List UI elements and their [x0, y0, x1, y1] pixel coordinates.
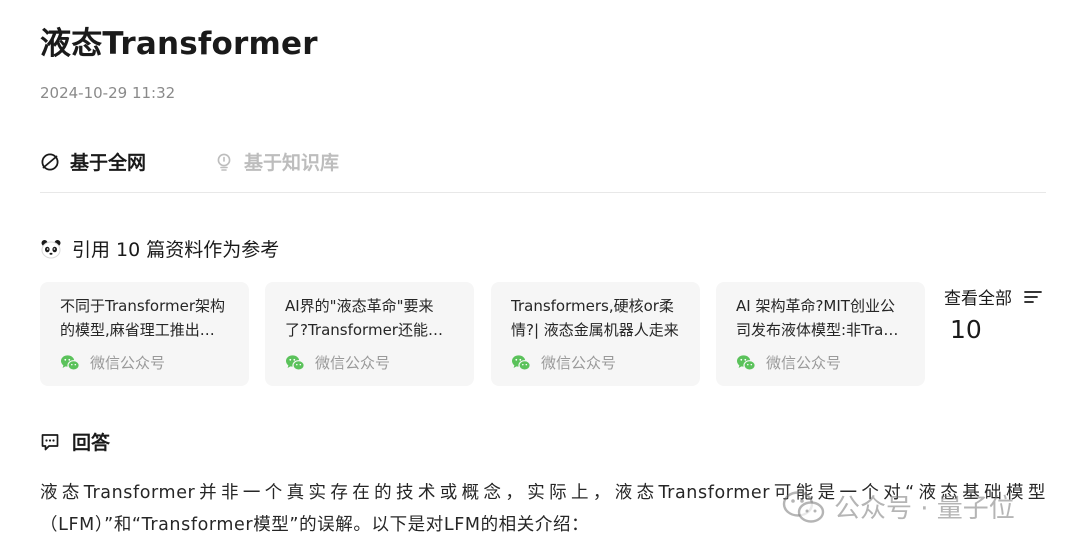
wechat-icon: [285, 354, 305, 372]
list-icon: [1024, 289, 1042, 305]
reference-card-source-label: 微信公众号: [541, 354, 617, 372]
tab-web[interactable]: 基于全网: [40, 148, 146, 175]
wechat-icon: [60, 354, 80, 372]
tab-knowledge-base[interactable]: 基于知识库: [214, 148, 339, 175]
reference-card-source: 微信公众号: [285, 352, 454, 373]
reference-card-title: AI界的"液态革命"要来了?Transformer还能撑多久: [285, 297, 443, 339]
reference-card-source-label: 微信公众号: [315, 354, 391, 372]
reference-card[interactable]: AI界的"液态革命"要来了?Transformer还能撑多久 微信公众号: [265, 282, 474, 386]
view-all-label: 查看全部: [944, 289, 1012, 309]
view-all-button[interactable]: 查看全部 10: [944, 284, 1042, 344]
page-title: 液态Transformer: [40, 26, 318, 62]
reference-card-source: 微信公众号: [736, 352, 905, 373]
tab-knowledge-base-label: 基于知识库: [244, 152, 340, 174]
references-header-label: 引用 10 篇资料作为参考: [72, 239, 280, 261]
wechat-icon: [736, 354, 756, 372]
reference-card-source: 微信公众号: [511, 352, 680, 373]
references-header: 引用 10 篇资料作为参考: [40, 235, 279, 262]
answer-header-label: 回答: [72, 432, 111, 454]
lightbulb-icon: [214, 152, 234, 172]
reference-card[interactable]: Transformers,硬核or柔情?| 液态金属机器人走来 微信公众号: [491, 282, 700, 386]
panda-icon: [40, 238, 62, 260]
source-tabs: 基于全网 基于知识库: [40, 146, 1046, 193]
page: 液态Transformer 2024-10-29 11:32 基于全网 基于知识…: [40, 0, 1046, 548]
reference-card-title: Transformers,硬核or柔情?| 液态金属机器人走来: [511, 297, 679, 339]
reference-card-source-label: 微信公众号: [90, 354, 166, 372]
reference-card-source-label: 微信公众号: [766, 354, 842, 372]
timestamp: 2024-10-29 11:32: [40, 84, 176, 102]
answer-header: 回答: [40, 428, 110, 455]
chat-icon: [40, 432, 60, 452]
reference-card-title: 不同于Transformer架构的模型,麻省理工推出液态神经网络: [60, 297, 226, 339]
reference-card[interactable]: 不同于Transformer架构的模型,麻省理工推出液态神经网络 微信公众号: [40, 282, 249, 386]
reference-card-title: AI 架构革命?MIT创业公司发布液体模型:非Transformer架构: [736, 297, 901, 339]
tab-web-label: 基于全网: [70, 152, 147, 174]
globe-icon: [40, 152, 60, 172]
view-all-row: 查看全部: [944, 284, 1042, 309]
reference-card[interactable]: AI 架构革命?MIT创业公司发布液体模型:非Transformer架构 微信公…: [716, 282, 925, 386]
wechat-icon: [511, 354, 531, 372]
view-all-count: 10: [950, 315, 982, 344]
answer-text: 液态Transformer并非一个真实存在的技术或概念，实际上，液态Transf…: [40, 483, 1046, 535]
reference-card-source: 微信公众号: [60, 352, 229, 373]
